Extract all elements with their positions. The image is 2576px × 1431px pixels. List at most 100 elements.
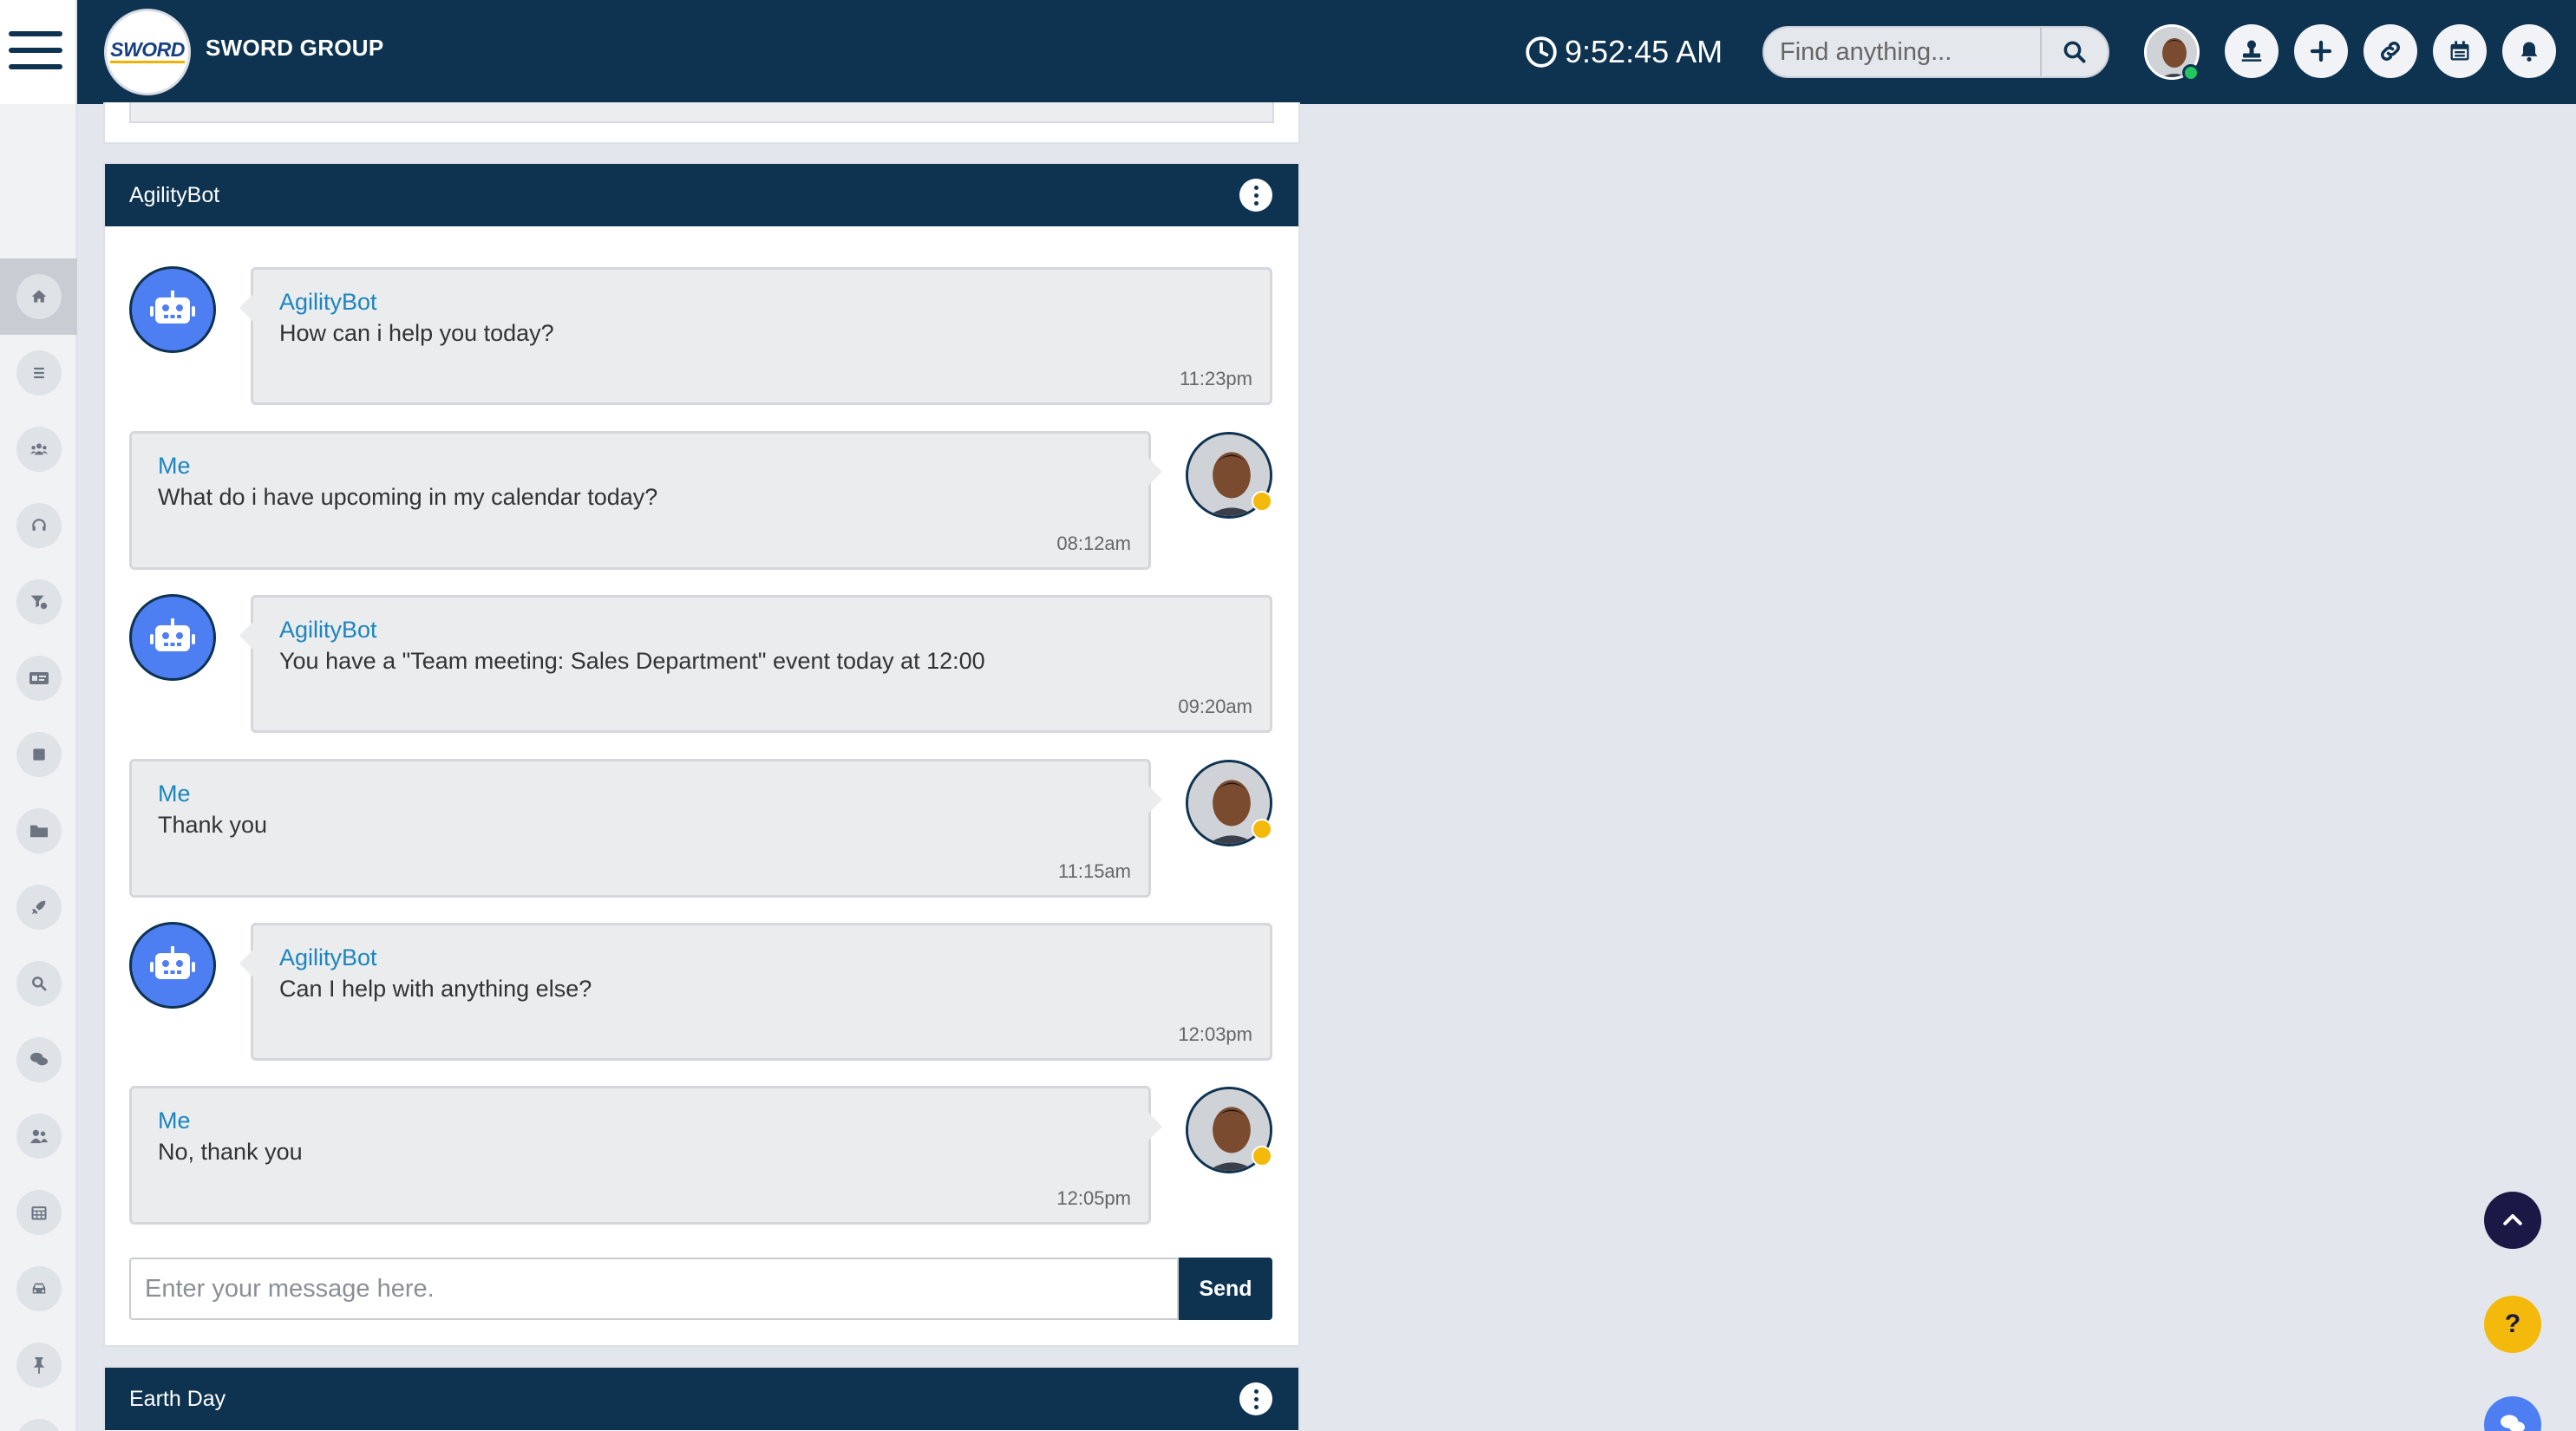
bubble-tail bbox=[239, 622, 253, 650]
clock-time: 9:52:45 AM bbox=[1565, 34, 1723, 69]
help-button[interactable]: ? bbox=[2484, 1296, 2541, 1353]
sidebar-item-search[interactable] bbox=[0, 945, 77, 1022]
chat-message: Me Thank you 11:15am bbox=[129, 759, 1162, 898]
clock: 9:52:45 AM bbox=[1525, 31, 1723, 73]
message-sender: Me bbox=[158, 1108, 191, 1134]
robot-icon bbox=[150, 946, 195, 979]
sidebar-icon-container bbox=[16, 808, 62, 853]
sidebar-icon-container bbox=[16, 350, 62, 395]
users-icon bbox=[29, 1129, 48, 1144]
notifications-button[interactable] bbox=[2502, 24, 2556, 78]
calendar-button[interactable] bbox=[2433, 24, 2487, 78]
chat-icon bbox=[29, 1052, 48, 1066]
search-input[interactable] bbox=[1764, 28, 2042, 76]
team-icon bbox=[29, 443, 48, 455]
left-sidebar bbox=[0, 104, 77, 1431]
send-button[interactable]: Send bbox=[1179, 1258, 1272, 1320]
chat-message: Me No, thank you 12:05pm bbox=[129, 1086, 1162, 1225]
bot-avatar bbox=[129, 266, 216, 353]
sidebar-item-stop[interactable] bbox=[0, 716, 77, 793]
sidebar-icon-container bbox=[16, 1419, 62, 1431]
sidebar-icon-container bbox=[16, 732, 62, 777]
chat-message: Me What do i have upcoming in my calenda… bbox=[129, 431, 1162, 570]
bot-avatar bbox=[129, 922, 216, 1009]
chat-message: AgilityBot You have a "Team meeting: Sal… bbox=[239, 595, 1272, 733]
message-text: Thank you bbox=[158, 812, 268, 838]
sidebar-item-folders[interactable] bbox=[0, 793, 77, 869]
bubble-tail bbox=[239, 950, 253, 977]
kebab-dot bbox=[1253, 193, 1259, 198]
links-button[interactable] bbox=[2364, 24, 2417, 78]
add-button[interactable] bbox=[2294, 24, 2348, 78]
hamburger-line bbox=[9, 48, 62, 53]
away-status-indicator bbox=[1252, 491, 1272, 512]
folder-icon bbox=[29, 825, 48, 838]
sidebar-icon-container bbox=[16, 1343, 62, 1388]
panel-title: AgilityBot bbox=[129, 183, 220, 207]
id-card-icon bbox=[29, 672, 49, 684]
sidebar-icon-container bbox=[16, 579, 62, 624]
plus-icon bbox=[2310, 40, 2332, 62]
message-text: How can i help you today? bbox=[279, 320, 554, 346]
global-search bbox=[1762, 26, 2109, 78]
message-time: 12:05pm bbox=[1056, 1187, 1131, 1209]
bubble-tail bbox=[1148, 1113, 1162, 1140]
message-sender: Me bbox=[158, 453, 191, 479]
sidebar-icon-container bbox=[16, 1114, 62, 1159]
sidebar-icon-container bbox=[16, 1037, 62, 1082]
message-sender: Me bbox=[158, 781, 191, 807]
bell-icon bbox=[2520, 42, 2538, 62]
sidebar-item-car[interactable] bbox=[0, 1251, 77, 1327]
earth-day-panel: Earth Day bbox=[103, 1366, 1300, 1431]
chat-message: AgilityBot How can i help you today? 11:… bbox=[239, 267, 1272, 405]
rocket-icon bbox=[31, 900, 45, 915]
sidebar-item-pin[interactable] bbox=[0, 1327, 77, 1403]
bubble-tail bbox=[1148, 458, 1162, 486]
online-status-indicator bbox=[2182, 64, 2200, 82]
robot-icon bbox=[150, 618, 195, 651]
stamp-button[interactable] bbox=[2225, 24, 2279, 78]
message-sender: AgilityBot bbox=[279, 289, 377, 315]
sidebar-item-id-card[interactable] bbox=[0, 640, 77, 716]
sidebar-item-home[interactable] bbox=[0, 258, 77, 335]
panel-options-button[interactable] bbox=[1239, 1382, 1272, 1415]
calendar-icon bbox=[31, 1206, 46, 1220]
scroll-to-top-button[interactable] bbox=[2484, 1192, 2541, 1249]
logo-wordmark: SWORD bbox=[110, 38, 185, 63]
car-icon bbox=[32, 1283, 45, 1294]
message-time: 12:03pm bbox=[1178, 1023, 1252, 1045]
sidebar-icon-container bbox=[16, 961, 62, 1006]
message-input[interactable] bbox=[129, 1258, 1179, 1320]
chat-launcher-button[interactable] bbox=[2484, 1396, 2541, 1431]
message-text: What do i have upcoming in my calendar t… bbox=[158, 484, 658, 510]
sidebar-item-team[interactable] bbox=[0, 411, 77, 487]
company-logo[interactable]: SWORD bbox=[104, 9, 191, 95]
kebab-dot bbox=[1253, 1396, 1259, 1402]
sidebar-icon-container bbox=[16, 1190, 62, 1235]
calendar-icon bbox=[2450, 41, 2469, 61]
kebab-dot bbox=[1253, 200, 1259, 206]
home-icon bbox=[31, 290, 46, 303]
support-icon bbox=[31, 519, 46, 531]
sidebar-item-support[interactable] bbox=[0, 487, 77, 564]
sidebar-item-more[interactable] bbox=[0, 1403, 77, 1431]
message-time: 11:23pm bbox=[1180, 368, 1252, 389]
chevron-up-icon bbox=[2503, 1214, 2522, 1225]
search-button[interactable] bbox=[2040, 28, 2108, 76]
message-text: You have a "Team meeting: Sales Departme… bbox=[279, 648, 985, 674]
sidebar-item-chat[interactable] bbox=[0, 1022, 77, 1098]
panel-options-button[interactable] bbox=[1239, 179, 1272, 212]
sidebar-item-list[interactable] bbox=[0, 335, 77, 411]
sidebar-item-filter[interactable] bbox=[0, 564, 77, 640]
sidebar-icon-container bbox=[16, 503, 62, 548]
message-time: 09:20am bbox=[1178, 696, 1252, 717]
menu-toggle-button[interactable] bbox=[0, 0, 77, 104]
search-icon bbox=[2063, 41, 2086, 63]
message-composer: Send bbox=[129, 1258, 1272, 1320]
sidebar-item-users[interactable] bbox=[0, 1098, 77, 1174]
message-time: 08:12am bbox=[1056, 533, 1131, 554]
chat-icon bbox=[2501, 1415, 2525, 1431]
sidebar-item-launch[interactable] bbox=[0, 869, 77, 945]
sidebar-item-calendar[interactable] bbox=[0, 1174, 77, 1251]
previous-panel bbox=[103, 102, 1300, 144]
